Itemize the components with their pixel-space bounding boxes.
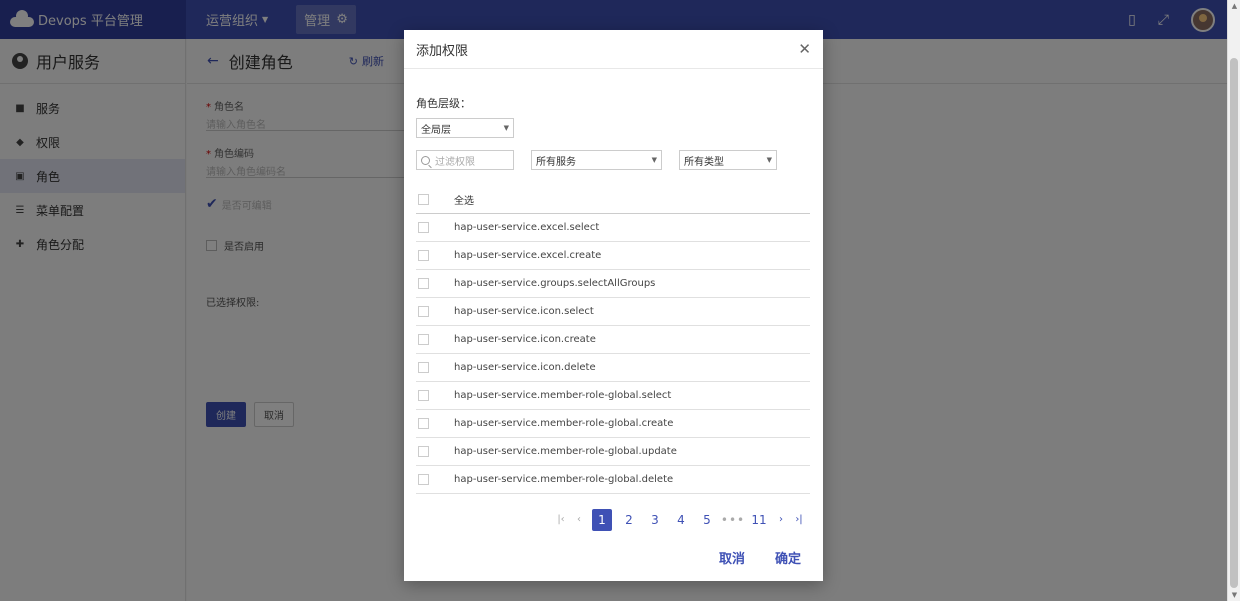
dialog-confirm-button[interactable]: 确定 bbox=[775, 548, 801, 567]
first-page-icon[interactable]: |‹ bbox=[552, 509, 570, 531]
scrollbar-thumb[interactable] bbox=[1230, 58, 1238, 588]
caret-down-icon: ▼ bbox=[651, 156, 657, 164]
permission-checkbox[interactable] bbox=[418, 278, 429, 289]
permission-checkbox[interactable] bbox=[418, 306, 429, 317]
permission-row[interactable]: hap-user-service.excel.select bbox=[416, 214, 810, 242]
permission-checkbox[interactable] bbox=[418, 250, 429, 261]
caret-down-icon: ▼ bbox=[766, 156, 772, 164]
permission-row[interactable]: hap-user-service.icon.select bbox=[416, 298, 810, 326]
permission-checkbox[interactable] bbox=[418, 446, 429, 457]
permission-row[interactable]: hap-user-service.member-role-global.sele… bbox=[416, 382, 810, 410]
service-select[interactable]: 所有服务 ▼ bbox=[531, 150, 662, 170]
permission-code: hap-user-service.icon.select bbox=[454, 306, 594, 317]
add-permission-dialog: 添加权限 ✕ 角色层级： 全局层 ▼ 过滤权限 所有服务 ▼ 所有类型 ▼ 全选… bbox=[404, 30, 823, 581]
page-2-button[interactable]: 2 bbox=[616, 509, 642, 531]
permission-code: hap-user-service.member-role-global.crea… bbox=[454, 418, 674, 429]
select-all-label: 全选 bbox=[454, 196, 474, 207]
permission-list: 全选 hap-user-service.excel.select hap-use… bbox=[416, 186, 810, 494]
permission-filter-input[interactable]: 过滤权限 bbox=[416, 150, 514, 170]
permission-row[interactable]: hap-user-service.icon.create bbox=[416, 326, 810, 354]
scroll-down-icon[interactable]: ▼ bbox=[1228, 591, 1240, 599]
select-all-checkbox[interactable] bbox=[418, 194, 429, 205]
next-page-icon[interactable]: › bbox=[772, 509, 790, 531]
role-level-label: 角色层级： bbox=[416, 97, 471, 110]
filter-placeholder: 过滤权限 bbox=[435, 156, 475, 168]
caret-down-icon: ▼ bbox=[503, 124, 509, 132]
permission-checkbox[interactable] bbox=[418, 222, 429, 233]
permission-row[interactable]: hap-user-service.member-role-global.crea… bbox=[416, 410, 810, 438]
search-icon bbox=[421, 155, 430, 165]
page-5-button[interactable]: 5 bbox=[694, 509, 720, 531]
permission-row[interactable]: hap-user-service.member-role-global.dele… bbox=[416, 466, 810, 494]
dialog-cancel-button[interactable]: 取消 bbox=[719, 548, 745, 567]
close-icon[interactable]: ✕ bbox=[798, 40, 811, 58]
prev-page-icon[interactable]: ‹ bbox=[570, 509, 588, 531]
page-3-button[interactable]: 3 bbox=[642, 509, 668, 531]
permission-code: hap-user-service.member-role-global.sele… bbox=[454, 390, 672, 401]
type-select-value: 所有类型 bbox=[684, 156, 724, 168]
role-level-value: 全局层 bbox=[421, 124, 451, 136]
page-1-button[interactable]: 1 bbox=[592, 509, 612, 531]
dialog-title: 添加权限 bbox=[416, 43, 469, 59]
permission-row[interactable]: hap-user-service.icon.delete bbox=[416, 354, 810, 382]
permission-code: hap-user-service.excel.create bbox=[454, 250, 602, 261]
permission-code: hap-user-service.member-role-global.dele… bbox=[454, 474, 674, 485]
permission-code: hap-user-service.excel.select bbox=[454, 222, 600, 233]
permission-row[interactable]: hap-user-service.member-role-global.upda… bbox=[416, 438, 810, 466]
permission-row[interactable]: hap-user-service.excel.create bbox=[416, 242, 810, 270]
permission-checkbox[interactable] bbox=[418, 474, 429, 485]
scroll-up-icon[interactable]: ▲ bbox=[1228, 2, 1240, 10]
permission-checkbox[interactable] bbox=[418, 418, 429, 429]
permission-checkbox[interactable] bbox=[418, 390, 429, 401]
permission-row[interactable]: hap-user-service.groups.selectAllGroups bbox=[416, 270, 810, 298]
pagination-ellipsis[interactable]: ••• bbox=[720, 509, 746, 531]
page-4-button[interactable]: 4 bbox=[668, 509, 694, 531]
permission-code: hap-user-service.groups.selectAllGroups bbox=[454, 278, 656, 289]
permission-checkbox[interactable] bbox=[418, 362, 429, 373]
permission-code: hap-user-service.icon.delete bbox=[454, 362, 596, 373]
page-scrollbar[interactable]: ▲ ▼ bbox=[1227, 0, 1240, 601]
last-page-icon[interactable]: ›| bbox=[790, 509, 808, 531]
pagination: |‹ ‹ 1 2 3 4 5 ••• 11 › ›| bbox=[416, 509, 810, 531]
service-select-value: 所有服务 bbox=[536, 156, 576, 168]
select-all-row[interactable]: 全选 bbox=[416, 186, 810, 214]
permission-code: hap-user-service.member-role-global.upda… bbox=[454, 446, 677, 457]
type-select[interactable]: 所有类型 ▼ bbox=[679, 150, 777, 170]
page-last-button[interactable]: 11 bbox=[746, 509, 772, 531]
role-level-select[interactable]: 全局层 ▼ bbox=[416, 118, 514, 138]
permission-code: hap-user-service.icon.create bbox=[454, 334, 596, 345]
permission-checkbox[interactable] bbox=[418, 334, 429, 345]
